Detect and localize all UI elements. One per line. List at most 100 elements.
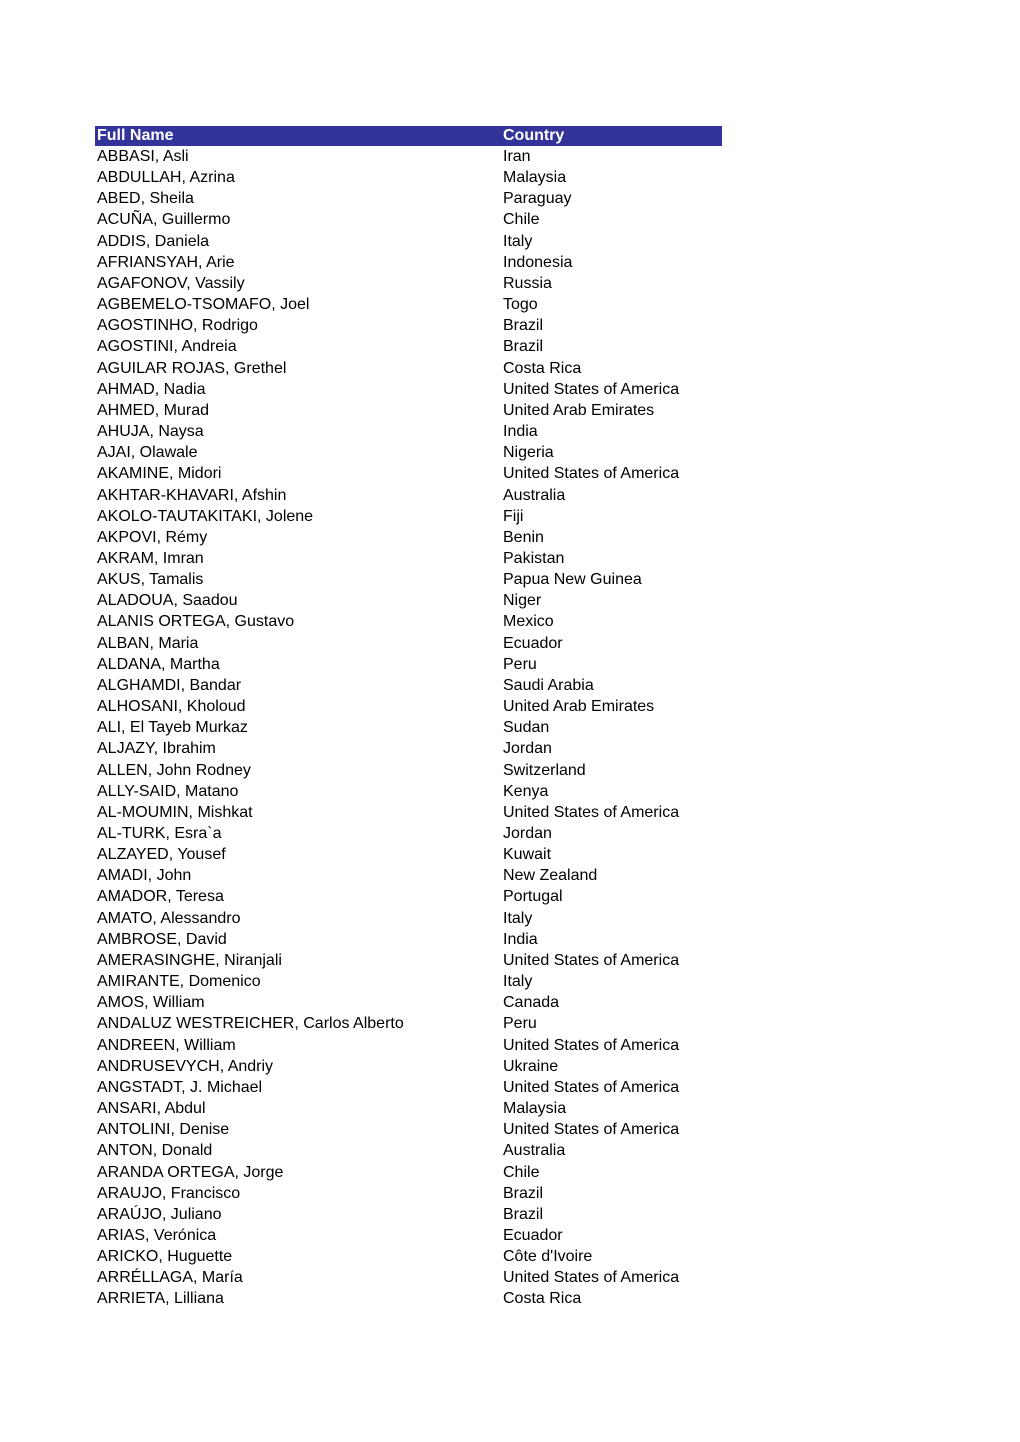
full-name-cell: ACUÑA, Guillermo: [97, 211, 231, 229]
full-name-cell: AFRIANSYAH, Arie: [97, 253, 235, 271]
table-row: ARRIETA, Lilliana Costa Rica: [95, 1288, 722, 1309]
country-cell: Malaysia: [503, 1100, 567, 1118]
full-name-cell: AHMAD, Nadia: [97, 380, 206, 398]
country-cell: United States of America: [503, 1036, 680, 1054]
full-name-cell: ALADOUA, Saadou: [97, 592, 238, 610]
full-name-cell: AMATO, Alessandro: [97, 909, 241, 927]
country-cell: Côte d'Ivoire: [503, 1248, 593, 1266]
full-name-cell: ALGHAMDI, Bandar: [97, 676, 242, 694]
full-name-cell: AL-MOUMIN, Mishkat: [97, 803, 253, 821]
table-row: ALBAN, Maria Ecuador: [95, 633, 722, 654]
full-name-cell: ANSARI, Abdul: [97, 1100, 206, 1118]
country-cell: Kuwait: [503, 846, 552, 864]
country-cell: Australia: [503, 486, 566, 504]
table-row: ABDULLAH, Azrina Malaysia: [95, 167, 722, 188]
country-cell: United States of America: [503, 951, 680, 969]
table-row: ALLY-SAID, Matano Kenya: [95, 781, 722, 802]
full-name-cell: AL-TURK, Esra`a: [97, 825, 222, 842]
country-cell: Nigeria: [503, 444, 554, 462]
full-name-cell: ARICKO, Huguette: [97, 1248, 233, 1266]
full-name-cell: AKRAM, Imran: [97, 549, 204, 567]
country-cell: Brazil: [503, 1184, 544, 1202]
table-row: ANDRUSEVYCH, Andriy Ukraine: [95, 1056, 722, 1077]
table-row: AGBEMELO-TSOMAFO, Joel Togo: [95, 294, 722, 315]
table-row: ABED, Sheila Paraguay: [95, 188, 722, 209]
full-name-cell: ARANDA ORTEGA, Jorge: [97, 1163, 284, 1181]
table-row: AGOSTINI, Andreia Brazil: [95, 336, 722, 357]
full-name-cell: ARIAS, Verónica: [97, 1226, 217, 1244]
table-row: ABBASI, Asli Iran: [95, 146, 722, 167]
table-row: ADDIS, Daniela Italy: [95, 231, 722, 252]
country-cell: India: [503, 423, 538, 441]
full-name-cell: ARAUJO, Francisco: [97, 1184, 241, 1202]
country-cell: Jordan: [503, 740, 552, 758]
full-name-cell: AGBEMELO-TSOMAFO, Joel: [97, 296, 310, 314]
country-cell: Portugal: [503, 888, 563, 906]
full-name-cell: ABDULLAH, Azrina: [97, 169, 235, 187]
full-name-cell: ALZAYED, Yousef: [97, 846, 226, 864]
country-cell: United Arab Emirates: [503, 401, 655, 419]
country-cell: Australia: [503, 1142, 566, 1160]
table-header: Full Name Country: [95, 126, 722, 146]
table-row: ANDREEN, William United States of America: [95, 1035, 722, 1056]
table-row: ANGSTADT, J. Michael United States of Ame…: [95, 1077, 722, 1098]
table-row: ALHOSANI, Kholoud United Arab Emirates: [95, 696, 722, 717]
table-row: AMBROSE, David India: [95, 929, 722, 950]
full-name-cell: ALLEN, John Rodney: [97, 761, 251, 779]
country-cell: United States of America: [503, 380, 680, 398]
full-name-cell: ARRÉLLAGA, María: [97, 1269, 243, 1287]
country-cell: Benin: [503, 528, 544, 546]
table-row: AMERASINGHE, Niranjali United States of A…: [95, 950, 722, 971]
full-name-cell: AMOS, William: [97, 994, 205, 1012]
full-name-cell: ARAÚJO, Juliano: [97, 1205, 222, 1223]
full-name-cell: AGAFONOV, Vassily: [97, 274, 245, 292]
header-full-name: Full Name: [97, 127, 174, 144]
table-row: ANDALUZ WESTREICHER, Carlos Alberto Peru: [95, 1013, 722, 1034]
country-cell: Kenya: [503, 782, 549, 800]
country-cell: Ukraine: [503, 1057, 559, 1075]
full-name-cell: ALJAZY, Ibrahim: [97, 740, 216, 758]
table-row: ALI, El Tayeb Murkaz Sudan: [95, 717, 722, 738]
full-name-cell: AGOSTINI, Andreia: [97, 338, 237, 356]
full-name-cell: ANDRUSEVYCH, Andriy: [97, 1057, 274, 1075]
country-cell: Switzerland: [503, 761, 586, 779]
country-cell: Saudi Arabia: [503, 676, 594, 694]
country-cell: United States of America: [503, 1078, 680, 1096]
country-cell: Brazil: [503, 1205, 544, 1223]
full-name-cell: ALANIS ORTEGA, Gustavo: [97, 613, 295, 631]
table-row: ALANIS ORTEGA, Gustavo Mexico: [95, 611, 722, 632]
table-row: AMOS, William Canada: [95, 992, 722, 1013]
table-row: AMIRANTE, Domenico Italy: [95, 971, 722, 992]
full-name-cell: AKOLO-TAUTAKITAKI, Jolene: [97, 507, 314, 525]
full-name-cell: AGOSTINHO, Rodrigo: [97, 317, 258, 335]
country-cell: Fiji: [503, 507, 524, 525]
table-row: AMADI, John New Zealand: [95, 865, 722, 886]
full-name-cell: ANDREEN, William: [97, 1036, 236, 1054]
table-row: AKRAM, Imran Pakistan: [95, 548, 722, 569]
table-row: ARICKO, Huguette Côte d'Ivoire: [95, 1246, 722, 1267]
table-row: ALZAYED, Yousef Kuwait: [95, 844, 722, 865]
table-row: ACUÑA, Guillermo Chile: [95, 209, 722, 230]
full-name-cell: ALI, El Tayeb Murkaz: [97, 719, 248, 737]
table-row: ANTOLINI, Denise United States of America: [95, 1119, 722, 1140]
country-cell: United Arab Emirates: [503, 698, 655, 716]
full-name-cell: AMBROSE, David: [97, 930, 227, 948]
country-cell: Iran: [503, 148, 531, 165]
country-cell: Costa Rica: [503, 1290, 582, 1308]
table-row: AKOLO-TAUTAKITAKI, Jolene Fiji: [95, 506, 722, 527]
full-name-cell: ABED, Sheila: [97, 190, 194, 208]
table-row: ALJAZY, Ibrahim Jordan: [95, 738, 722, 759]
country-cell: United States of America: [503, 1269, 680, 1287]
country-cell: Pakistan: [503, 549, 565, 567]
country-cell: Papua New Guinea: [503, 571, 642, 589]
full-name-cell: AMADI, John: [97, 867, 192, 885]
full-name-cell: AKAMINE, Midori: [97, 465, 222, 483]
full-name-cell: ANTON, Donald: [97, 1142, 213, 1160]
full-name-cell: ALHOSANI, Kholoud: [97, 698, 246, 716]
country-cell: Canada: [503, 994, 560, 1012]
country-cell: New Zealand: [503, 867, 598, 885]
participant-table: Full Name Country ABBASI, Asli Iran ABDULL…: [95, 126, 722, 1310]
country-cell: Sudan: [503, 719, 550, 737]
country-cell: Brazil: [503, 338, 544, 356]
full-name-cell: AKHTAR-KHAVARI, Afshin: [97, 486, 287, 504]
